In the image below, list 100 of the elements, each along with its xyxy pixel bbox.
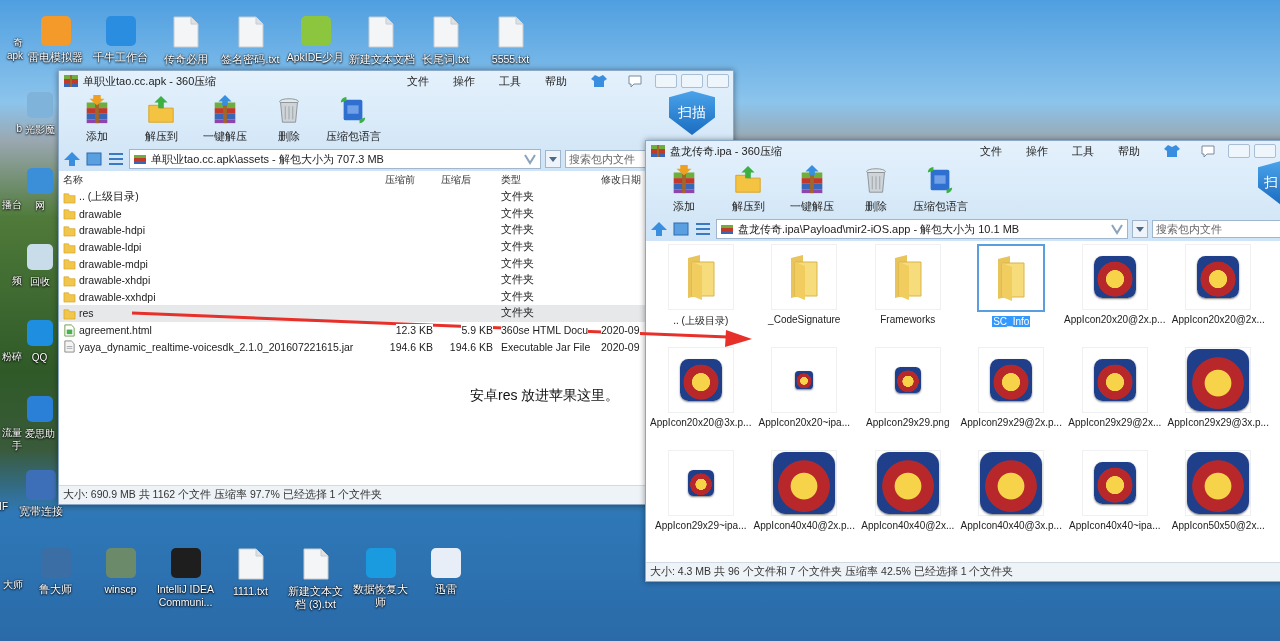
file-row[interactable]: drawable-hdpi 文件夹 <box>59 222 645 239</box>
toolbar-button[interactable]: 一键解压 <box>193 95 257 144</box>
column-header[interactable]: 类型 <box>497 173 597 187</box>
address-field[interactable]: 盘龙传奇.ipa\Payload\mir2-iOS.app - 解包大小为 10.1 MB <box>716 219 1128 239</box>
file-item[interactable]: AppIcon20x20@3x.p... <box>649 347 753 450</box>
search-field[interactable]: 搜索包内文件 <box>1152 220 1280 238</box>
feedback-icon[interactable] <box>627 74 643 88</box>
file-row[interactable]: .. (上级目录) 文件夹 <box>59 189 645 206</box>
file-item[interactable]: AppIcon29x29@2x.p... <box>959 347 1063 450</box>
shirt-icon[interactable] <box>591 74 607 88</box>
toolbar-button[interactable]: 一键解压 <box>780 165 844 214</box>
app-shortcut-icon[interactable] <box>26 244 53 270</box>
shirt-icon[interactable] <box>1164 144 1180 158</box>
search-field[interactable]: 搜索包内文件 <box>565 150 647 168</box>
up-arrow-icon[interactable] <box>63 151 81 167</box>
desktop-icon-label[interactable]: winscp <box>104 583 137 596</box>
desktop-icon-label[interactable]: 回收 <box>29 275 50 288</box>
file-item[interactable]: AppIcon40x40~ipa... <box>1063 450 1167 553</box>
menu-item[interactable]: 帮助 <box>1106 143 1152 159</box>
document-icon[interactable] <box>432 16 459 48</box>
menu-item[interactable]: 工具 <box>487 73 533 89</box>
file-row[interactable]: agreement.html 12.3 KB 5.9 KB 360se HTML Docu 2020-09 <box>59 321 645 339</box>
desktop-icon-label[interactable]: QQ <box>31 351 48 364</box>
app-shortcut-icon[interactable] <box>26 320 53 346</box>
scan-button[interactable]: 扫描 <box>669 91 715 135</box>
desktop-icon-label[interactable]: 粉碎 <box>2 350 22 363</box>
toolbar-button[interactable]: 删除 <box>844 165 908 214</box>
file-row[interactable]: drawable-xxhdpi 文件夹 <box>59 288 645 306</box>
app-shortcut-icon[interactable] <box>170 548 201 578</box>
dropdown-button[interactable] <box>545 150 561 168</box>
thumbnail-view-icon[interactable] <box>672 221 690 237</box>
file-row[interactable]: drawable-ldpi 文件夹 <box>59 238 645 256</box>
chevron-down-icon[interactable] <box>1110 223 1124 235</box>
file-item[interactable]: AppIcon40x40@3x.p... <box>959 450 1063 553</box>
toolbar-button[interactable]: 添加 <box>652 165 716 214</box>
file-item[interactable]: AppIcon20x20@2x... <box>1166 244 1270 347</box>
document-icon[interactable] <box>237 16 264 48</box>
menu-item[interactable]: 文件 <box>968 143 1014 159</box>
desktop-icon-label[interactable]: IF <box>0 500 8 513</box>
maximize-button[interactable] <box>1254 144 1276 158</box>
chevron-down-icon[interactable] <box>523 153 537 165</box>
list-view-icon[interactable] <box>694 221 712 237</box>
app-shortcut-icon[interactable] <box>26 396 53 422</box>
file-item[interactable]: AppIcon20x20@2x.p... <box>1063 244 1167 347</box>
desktop-icon-label[interactable]: 大师 <box>3 578 23 591</box>
file-item[interactable]: _CodeSignature <box>752 244 856 347</box>
desktop-icon-label[interactable]: 迅雷 <box>434 583 457 596</box>
desktop-icon-label[interactable]: IntelliJ IDEA Communi... <box>153 583 218 609</box>
file-item[interactable]: AppIcon29x29@2x... <box>1063 347 1167 450</box>
menu-item[interactable]: 工具 <box>1060 143 1106 159</box>
minimize-button[interactable] <box>1228 144 1250 158</box>
close-button[interactable] <box>707 74 729 88</box>
app-shortcut-icon[interactable] <box>430 548 461 578</box>
toolbar-button[interactable]: 压缩包语言 <box>321 95 385 144</box>
desktop-icon-label[interactable]: 频 <box>12 274 22 287</box>
scan-button[interactable]: 扫 <box>1258 161 1280 205</box>
address-field[interactable]: 单职业tao.cc.apk\assets - 解包大小为 707.3 MB <box>129 149 541 169</box>
menu-item[interactable]: 操作 <box>1014 143 1060 159</box>
document-icon[interactable] <box>237 548 264 580</box>
toolbar-button[interactable]: 解压到 <box>129 95 193 144</box>
document-icon[interactable] <box>497 16 524 48</box>
desktop-icon-label[interactable]: 网 <box>34 199 45 212</box>
maximize-button[interactable] <box>681 74 703 88</box>
toolbar-button[interactable]: 解压到 <box>716 165 780 214</box>
document-icon[interactable] <box>172 16 199 48</box>
file-item[interactable]: AppIcon29x29@3x.p... <box>1166 347 1270 450</box>
toolbar-button[interactable]: 添加 <box>65 95 129 144</box>
column-header[interactable]: 压缩后 <box>437 173 497 187</box>
desktop-icon-label[interactable]: 播台 <box>2 198 22 211</box>
toolbar-button[interactable]: 压缩包语言 <box>908 165 972 214</box>
file-row[interactable]: drawable-xhdpi 文件夹 <box>59 271 645 289</box>
desktop-icon-label[interactable]: 鲁大师 <box>39 583 72 596</box>
file-row[interactable]: drawable-mdpi 文件夹 <box>59 255 645 272</box>
thumbnail-view-icon[interactable] <box>85 151 103 167</box>
column-header[interactable]: 压缩前 <box>381 173 437 187</box>
dropdown-button[interactable] <box>1132 220 1148 238</box>
column-header[interactable]: 修改日期 <box>597 173 641 187</box>
file-item[interactable]: AppIcon50x50@2x... <box>1166 450 1270 553</box>
minimize-button[interactable] <box>655 74 677 88</box>
desktop-icon-label[interactable]: 宽带连接 <box>18 505 63 518</box>
desktop-icon-label[interactable]: 流量手 <box>0 426 22 452</box>
file-item[interactable]: AppIcon40x40@2x.p... <box>752 450 856 553</box>
file-item[interactable]: Frameworks <box>856 244 960 347</box>
menu-item[interactable]: 文件 <box>395 73 441 89</box>
file-row[interactable]: drawable 文件夹 <box>59 205 645 223</box>
file-row[interactable]: res 文件夹 <box>59 305 645 322</box>
up-arrow-icon[interactable] <box>650 221 668 237</box>
file-item[interactable]: AppIcon40x40@2x... <box>856 450 960 553</box>
toolbar-button[interactable]: 删除 <box>257 95 321 144</box>
document-icon[interactable] <box>302 548 329 580</box>
desktop-icon-label[interactable]: 数据恢复大师 <box>348 583 413 609</box>
desktop-icon-label[interactable]: 1111.txt <box>233 585 268 598</box>
file-item[interactable]: AppIcon29x29.png <box>856 347 960 450</box>
feedback-icon[interactable] <box>1200 144 1216 158</box>
column-header[interactable]: 名称 <box>63 173 381 187</box>
desktop-icon-label[interactable]: 新建文本文档 (3).txt <box>283 585 348 611</box>
document-icon[interactable] <box>367 16 394 48</box>
file-row[interactable]: yaya_dynamic_realtime-voicesdk_2.1.0_201607221615.jar 194.6 KB 194.6 KB Executable Jar File 2020-09 <box>59 338 645 355</box>
menu-item[interactable]: 操作 <box>441 73 487 89</box>
menu-item[interactable]: 帮助 <box>533 73 579 89</box>
